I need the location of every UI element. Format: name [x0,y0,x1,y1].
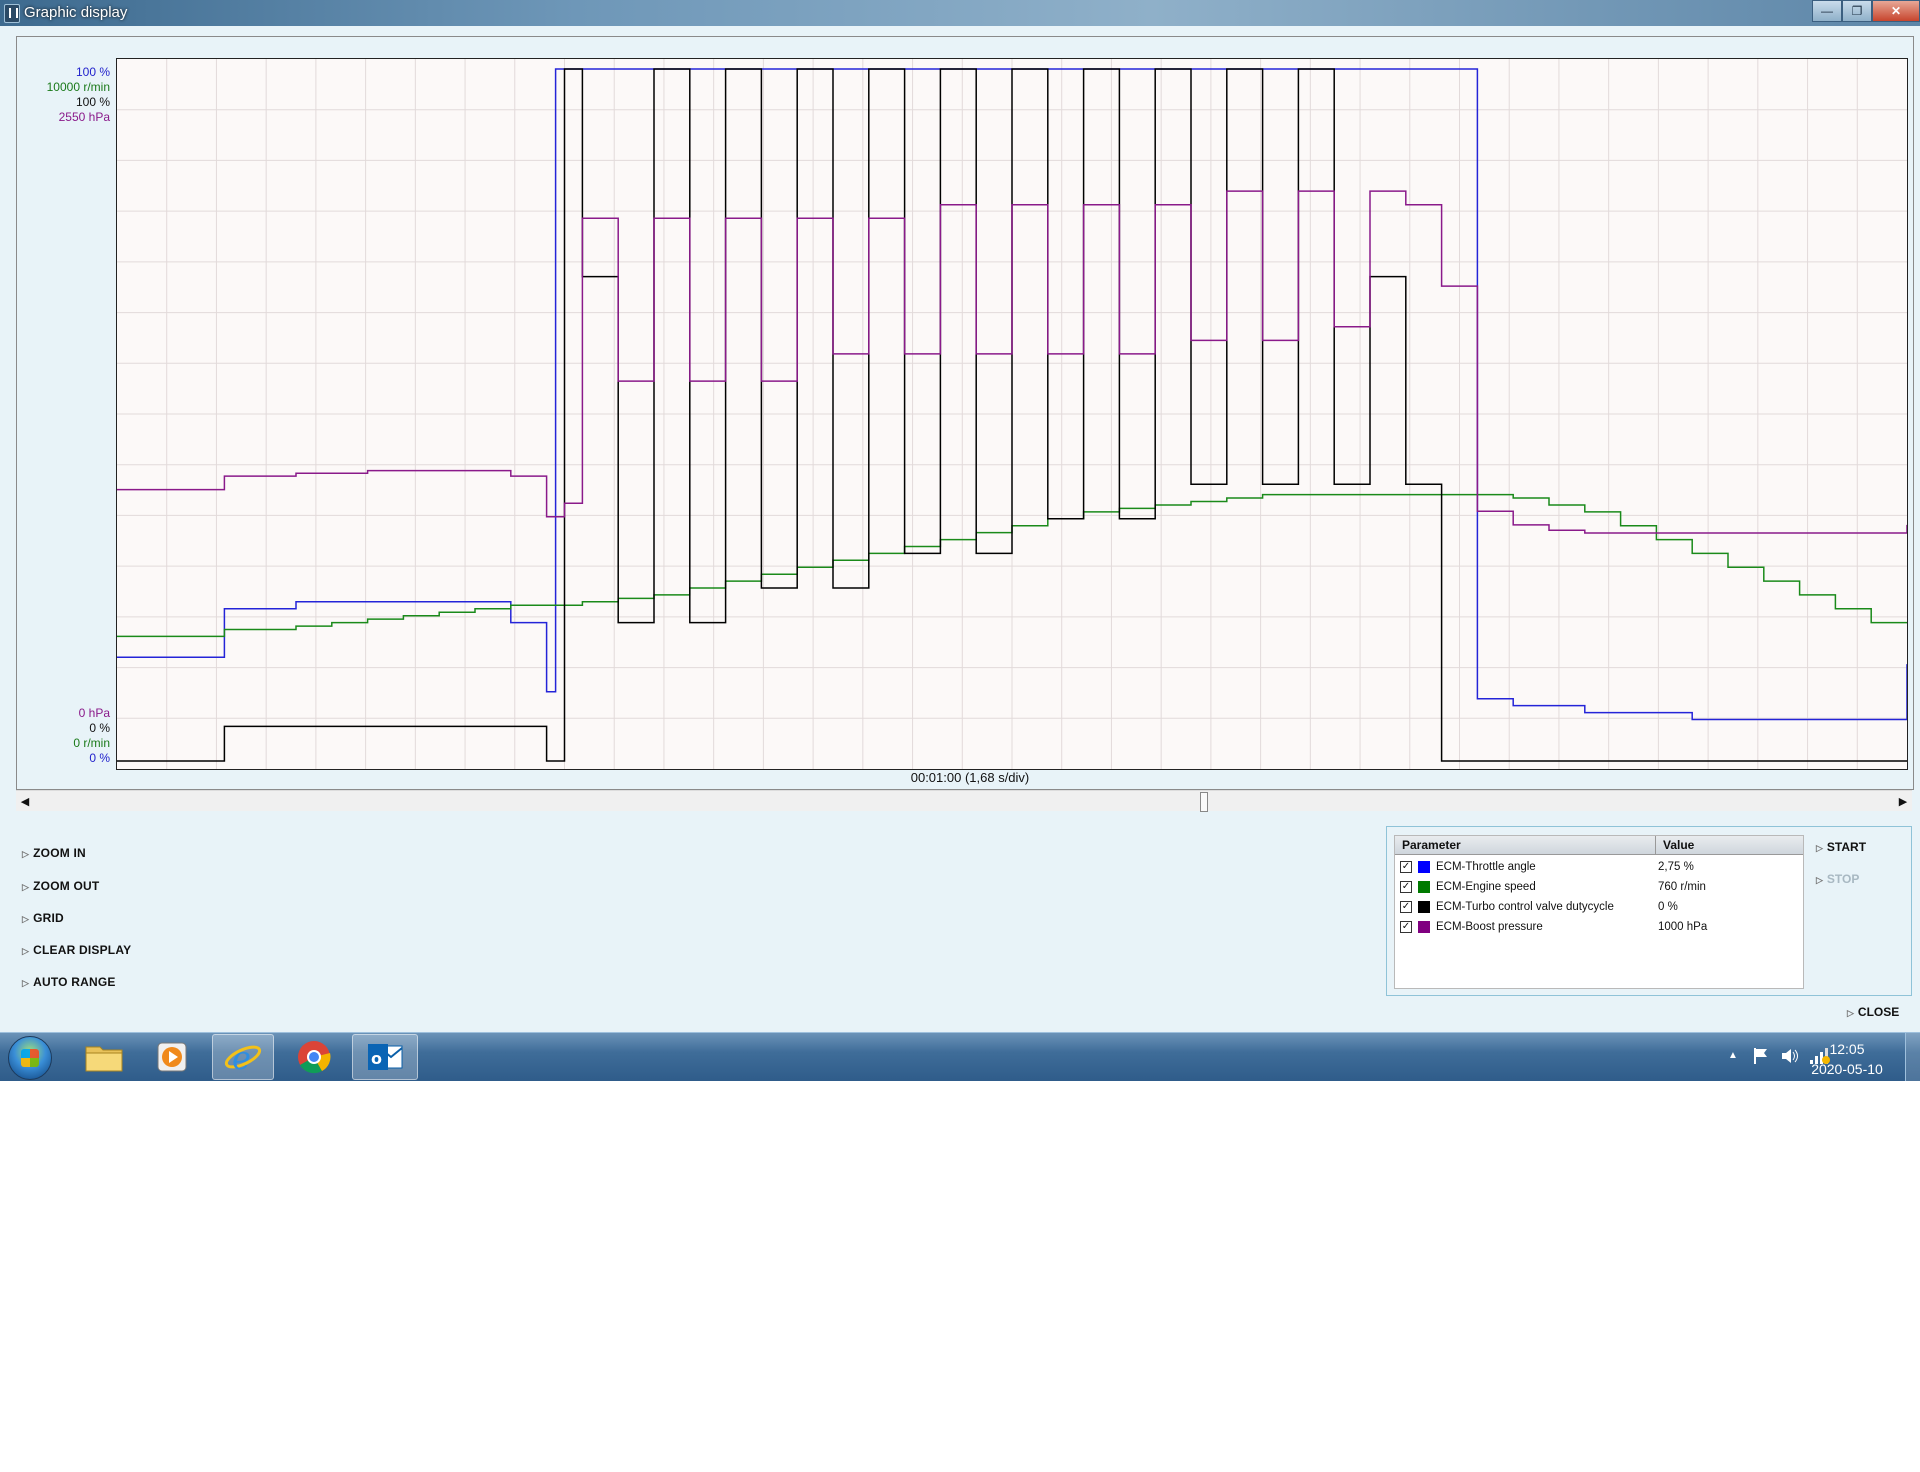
table-row[interactable]: ✓ ECM-Throttle angle 2,75 % [1395,857,1803,877]
window-title: Graphic display [24,4,128,21]
parameter-name: ECM-Engine speed [1436,881,1536,893]
media-player-icon[interactable] [140,1034,204,1080]
title-bar[interactable]: Graphic display — ❐ ✕ [0,0,1920,26]
zoom-in-button[interactable]: ▷ ZOOM IN [22,846,86,860]
scroll-left-arrow-icon[interactable]: ◀ [16,793,34,809]
checkbox-throttle[interactable]: ✓ [1400,861,1412,873]
grid-button[interactable]: ▷ GRID [22,911,64,925]
close-window-button[interactable]: ✕ [1872,0,1920,22]
arrow-right-icon: ▷ [22,914,30,924]
show-desktop-button[interactable] [1905,1033,1920,1081]
color-swatch [1418,901,1430,913]
table-row[interactable]: ✓ ECM-Engine speed 760 r/min [1395,877,1803,897]
arrow-right-icon: ▷ [22,978,30,988]
arrow-right-icon: ▷ [1847,1008,1854,1018]
svg-text:o: o [371,1049,382,1068]
parameter-table: Parameter Value ✓ ECM-Throttle angle 2,7… [1394,835,1804,989]
axis-label-speed-min: 0 r/min [73,736,110,750]
minimize-button[interactable]: — [1812,0,1842,22]
parameter-value: 1000 hPa [1658,921,1708,933]
app-icon [4,4,20,23]
checkbox-turbo-valve[interactable]: ✓ [1400,901,1412,913]
table-row[interactable]: ✓ ECM-Turbo control valve dutycycle 0 % [1395,897,1803,917]
time-axis-label: 00:01:00 (1,68 s/div) [910,770,1030,785]
parameter-panel: Parameter Value ✓ ECM-Throttle angle 2,7… [1386,826,1912,996]
svg-text:e: e [232,1039,251,1076]
clock-date: 2020-05-10 [1811,1061,1883,1077]
parameter-value: 2,75 % [1658,861,1694,873]
file-explorer-icon[interactable] [72,1034,136,1080]
checkbox-boost-pressure[interactable]: ✓ [1400,921,1412,933]
checkbox-engine-speed[interactable]: ✓ [1400,881,1412,893]
parameter-name: ECM-Boost pressure [1436,921,1543,933]
parameter-value: 0 % [1658,901,1678,913]
system-clock[interactable]: 12:05 2020-05-10 [1802,1039,1892,1079]
clear-display-button[interactable]: ▷ CLEAR DISPLAY [22,943,131,957]
start-button[interactable] [8,1036,52,1080]
horizontal-scrollbar[interactable]: ◀ ▶ [16,790,1912,812]
axis-label-throttle-max: 100 % [75,65,110,79]
show-hidden-icons-icon[interactable]: ▲ [1728,1050,1738,1061]
scrollbar-thumb[interactable] [1200,792,1208,812]
axis-label-dutycycle-min: 0 % [89,721,110,735]
action-center-flag-icon[interactable] [1752,1046,1770,1071]
color-swatch [1418,881,1430,893]
parameter-value: 760 r/min [1658,881,1706,893]
column-header-value[interactable]: Value [1655,836,1803,855]
close-button[interactable]: ▷ CLOSE [1847,1005,1899,1019]
column-header-parameter[interactable]: Parameter [1395,836,1655,855]
graphic-display-window: Graphic display — ❐ ✕ 100 % 10000 r/min … [0,0,1920,1032]
chrome-icon[interactable] [282,1034,346,1080]
color-swatch [1418,921,1430,933]
axis-label-speed-max: 10000 r/min [46,80,110,94]
color-swatch [1418,861,1430,873]
auto-range-button[interactable]: ▷ AUTO RANGE [22,975,116,989]
axis-labels-top: 100 % 10000 r/min 100 % 2550 hPa [20,65,110,125]
taskbar: e o ▲ 12:05 2020-05-10 [0,1032,1920,1081]
arrow-right-icon: ▷ [22,849,30,859]
arrow-right-icon: ▷ [22,946,30,956]
axis-label-dutycycle-max: 100 % [75,95,110,109]
internet-explorer-icon[interactable]: e [212,1034,274,1080]
line-chart [117,59,1908,769]
plot-area[interactable] [116,58,1908,770]
scroll-right-arrow-icon[interactable]: ▶ [1894,793,1912,809]
arrow-right-icon: ▷ [1816,875,1823,885]
maximize-button[interactable]: ❐ [1842,0,1872,22]
axis-label-throttle-min: 0 % [89,751,110,765]
window-controls: — ❐ ✕ [1812,0,1920,22]
table-row[interactable]: ✓ ECM-Boost pressure 1000 hPa [1395,917,1803,937]
clock-time: 12:05 [1829,1041,1865,1057]
parameter-name: ECM-Throttle angle [1436,861,1536,873]
arrow-right-icon: ▷ [1816,843,1823,853]
start-button[interactable]: ▷ START [1816,840,1866,854]
arrow-right-icon: ▷ [22,882,30,892]
stop-button[interactable]: ▷ STOP [1816,872,1859,886]
volume-icon[interactable] [1780,1046,1800,1071]
axis-label-boost-min: 0 hPa [78,706,110,720]
parameter-name: ECM-Turbo control valve dutycycle [1436,901,1614,913]
axis-label-boost-max: 2550 hPa [58,110,110,124]
zoom-out-button[interactable]: ▷ ZOOM OUT [22,879,99,893]
outlook-icon[interactable]: o [352,1034,418,1080]
axis-labels-bottom: 0 hPa 0 % 0 r/min 0 % [20,706,110,766]
